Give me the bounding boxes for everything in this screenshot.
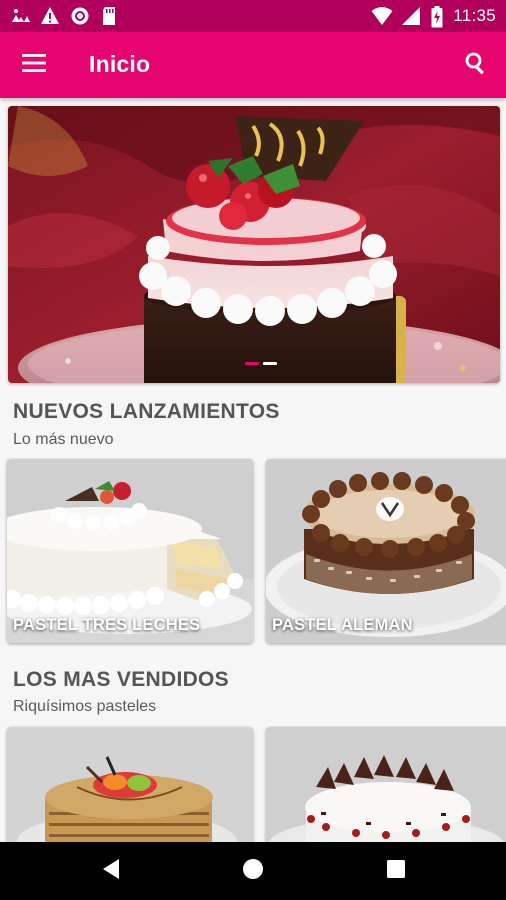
product-card-aleman[interactable]: PASTEL ALEMAN — [266, 459, 506, 643]
signal-icon — [401, 6, 421, 26]
search-icon — [464, 51, 488, 80]
status-time: 11:35 — [453, 6, 496, 25]
warning-icon — [40, 6, 60, 26]
status-left-icons — [10, 6, 120, 26]
carousel-indicator — [245, 362, 277, 365]
menu-button[interactable] — [12, 43, 56, 87]
hamburger-menu-icon — [22, 53, 46, 77]
back-button[interactable] — [91, 851, 131, 891]
card-label: PASTEL TRES LECHES — [13, 616, 201, 634]
card-label: PASTEL ALEMAN — [272, 616, 413, 634]
status-bar: 11:35 — [0, 0, 506, 32]
navigation-bar — [0, 842, 506, 900]
recents-icon — [386, 859, 406, 884]
section-title-bestsellers: LOS MAS VENDIDOS — [13, 668, 229, 691]
product-card-tres-leches[interactable]: PASTEL TRES LECHES — [7, 459, 253, 643]
weather-icon — [10, 6, 30, 26]
back-icon — [101, 858, 121, 885]
carousel-dot-1[interactable] — [245, 362, 259, 365]
page-title: Inicio — [89, 51, 151, 77]
search-button[interactable] — [454, 43, 498, 87]
hero-carousel[interactable] — [8, 106, 500, 383]
sd-card-icon — [100, 6, 120, 26]
wifi-icon — [371, 6, 393, 26]
home-button[interactable] — [233, 851, 273, 891]
section-subtitle-bestsellers: Riquísimos pasteles — [13, 698, 157, 715]
home-icon — [242, 858, 264, 885]
record-icon — [70, 6, 90, 26]
section-subtitle-new: Lo más nuevo — [13, 431, 114, 448]
section-title-new: NUEVOS LANZAMIENTOS — [13, 400, 280, 423]
app-bar: Inicio — [0, 32, 506, 98]
carousel-dot-2[interactable] — [263, 362, 277, 365]
hero-cake-image — [8, 106, 500, 383]
recents-button[interactable] — [376, 851, 416, 891]
status-right-icons: 11:35 — [371, 5, 496, 28]
battery-icon — [431, 6, 443, 28]
